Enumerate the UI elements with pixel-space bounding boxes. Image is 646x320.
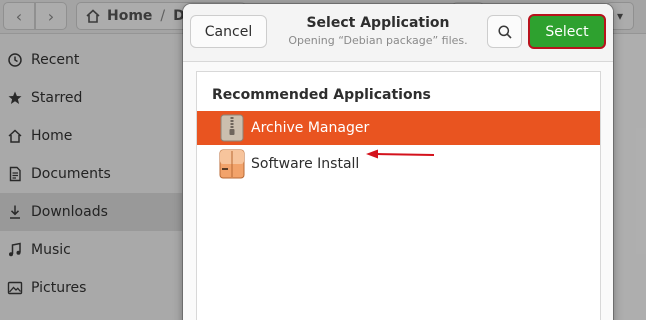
dialog-header: Cancel Select Application Opening “Debia… xyxy=(183,4,613,62)
search-icon xyxy=(497,24,512,39)
dialog-body: Recommended Applications Archive Manager xyxy=(183,62,613,320)
app-row-archive-manager[interactable]: Archive Manager xyxy=(197,111,600,145)
search-button[interactable] xyxy=(487,15,522,48)
recommended-applications-list: Recommended Applications Archive Manager xyxy=(196,71,601,320)
annotation-arrow-icon xyxy=(366,149,435,159)
section-heading: Recommended Applications xyxy=(212,87,431,103)
app-name: Archive Manager xyxy=(251,120,370,136)
software-install-icon xyxy=(219,149,245,179)
dialog-subtitle: Opening “Debian package” files. xyxy=(288,34,468,47)
select-application-dialog: Cancel Select Application Opening “Debia… xyxy=(183,4,613,320)
cancel-button[interactable]: Cancel xyxy=(190,15,267,48)
select-button[interactable]: Select xyxy=(528,14,606,49)
archive-manager-icon xyxy=(219,114,245,142)
app-name: Software Install xyxy=(251,156,360,172)
dialog-title: Select Application xyxy=(306,15,450,31)
